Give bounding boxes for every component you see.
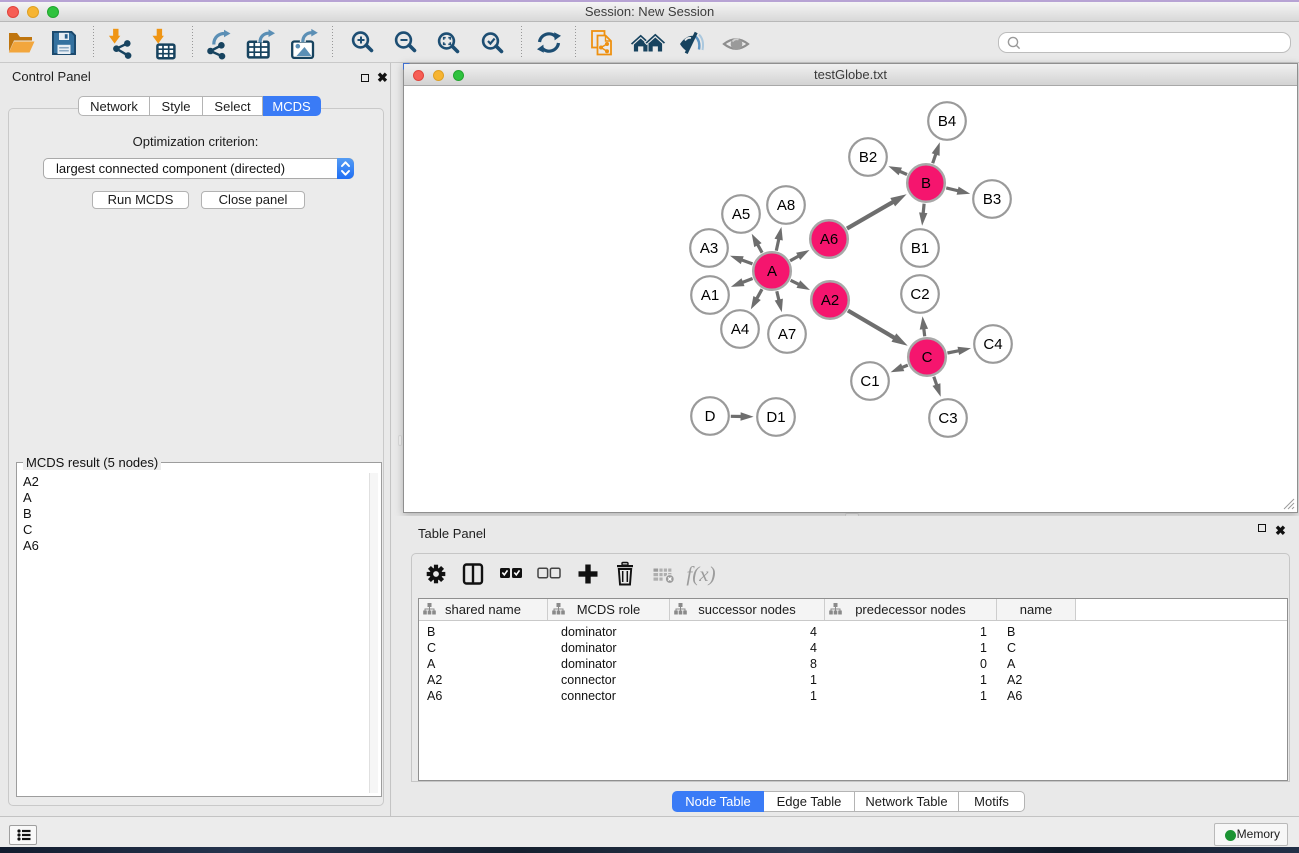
svg-text:A3: A3 — [700, 240, 718, 257]
svg-text:C: C — [922, 349, 933, 366]
svg-text:D: D — [705, 408, 716, 425]
svg-text:C4: C4 — [983, 336, 1002, 353]
svg-text:C1: C1 — [860, 373, 879, 390]
svg-text:A2: A2 — [821, 292, 839, 309]
svg-text:A6: A6 — [820, 231, 838, 248]
svg-text:C3: C3 — [938, 410, 957, 427]
svg-text:C2: C2 — [910, 286, 929, 303]
svg-text:D1: D1 — [766, 409, 785, 426]
svg-text:B2: B2 — [859, 149, 877, 166]
svg-text:A1: A1 — [701, 287, 719, 304]
svg-text:A7: A7 — [778, 326, 796, 343]
svg-text:B: B — [921, 175, 931, 192]
svg-text:A8: A8 — [777, 197, 795, 214]
svg-text:A5: A5 — [732, 206, 750, 223]
svg-text:B4: B4 — [938, 113, 956, 130]
svg-text:A4: A4 — [731, 321, 749, 338]
svg-text:f(x): f(x) — [686, 562, 715, 586]
svg-text:B3: B3 — [983, 191, 1001, 208]
svg-text:A: A — [767, 263, 777, 280]
svg-text:B1: B1 — [911, 240, 929, 257]
